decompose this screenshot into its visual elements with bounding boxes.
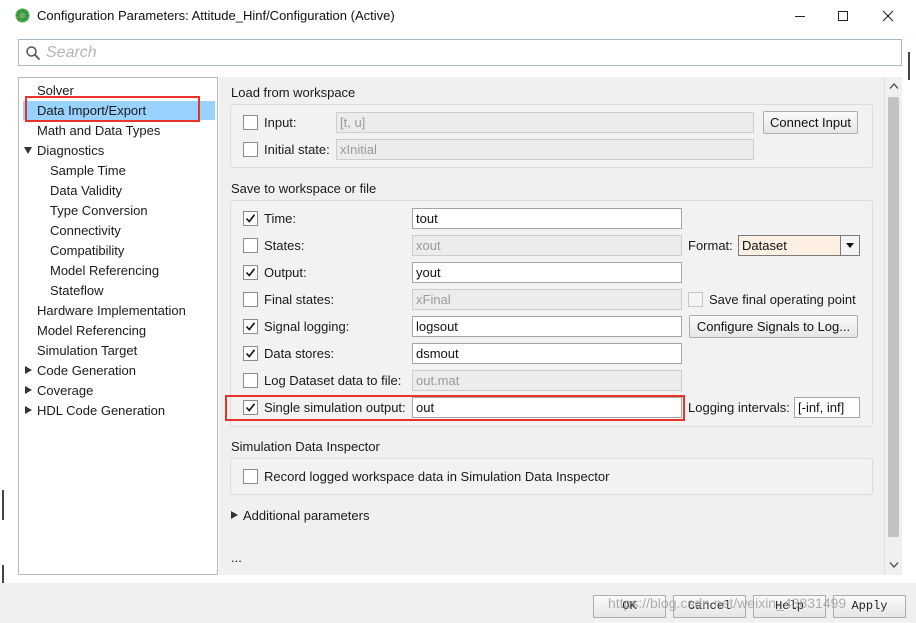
- single-output-label: Single simulation output:: [264, 400, 406, 415]
- logging-intervals-field[interactable]: [-inf, inf]: [794, 397, 860, 418]
- states-checkbox[interactable]: [243, 238, 258, 253]
- time-label: Time:: [264, 211, 297, 226]
- edge-artifact: [0, 490, 4, 520]
- chevron-down-icon: [840, 236, 859, 255]
- save-section-title: Save to workspace or file: [231, 181, 377, 196]
- format-dropdown[interactable]: Dataset: [738, 235, 860, 256]
- tree-item-sample-time[interactable]: Sample Time: [50, 161, 126, 180]
- tree-item-solver[interactable]: Solver: [37, 81, 74, 100]
- tree-item-simulation-target[interactable]: Simulation Target: [37, 341, 137, 360]
- tree-item-data-import-export[interactable]: Data Import/Export: [23, 101, 215, 120]
- initial-state-field[interactable]: xInitial: [336, 139, 754, 160]
- final-states-field[interactable]: xFinal: [412, 289, 682, 310]
- scroll-up-icon[interactable]: [889, 82, 899, 90]
- save-final-op-checkbox[interactable]: [688, 292, 703, 307]
- logging-intervals-label: Logging intervals:: [688, 400, 790, 415]
- tree-item-diagnostics[interactable]: Diagnostics: [37, 141, 104, 160]
- save-final-op-label: Save final operating point: [709, 292, 856, 307]
- window-title: Configuration Parameters: Attitude_Hinf/…: [37, 8, 395, 23]
- collapse-triangle-icon[interactable]: [25, 366, 32, 374]
- log-dataset-label: Log Dataset data to file:: [264, 373, 402, 388]
- search-input[interactable]: [46, 42, 886, 63]
- title-bar: Configuration Parameters: Attitude_Hinf/…: [0, 0, 916, 32]
- close-button[interactable]: [878, 6, 898, 26]
- tree-item-code-generation[interactable]: Code Generation: [37, 361, 136, 380]
- output-label: Output:: [264, 265, 307, 280]
- simulink-app-icon: [15, 8, 30, 23]
- data-stores-label: Data stores:: [264, 346, 335, 361]
- output-checkbox[interactable]: [243, 265, 258, 280]
- connect-input-button[interactable]: Connect Input: [763, 111, 858, 134]
- checkmark-icon: [245, 403, 256, 412]
- maximize-icon: [838, 11, 848, 21]
- log-dataset-checkbox[interactable]: [243, 373, 258, 388]
- close-icon: [882, 10, 894, 22]
- minimize-button[interactable]: [790, 6, 810, 26]
- tree-item-connectivity[interactable]: Connectivity: [50, 221, 121, 240]
- final-states-label: Final states:: [264, 292, 335, 307]
- ellipsis-text: ...: [231, 550, 242, 565]
- settings-panel: Load from workspace Input: [t, u] Connec…: [219, 77, 902, 575]
- tree-item-data-validity[interactable]: Data Validity: [50, 181, 122, 200]
- record-sdi-checkbox[interactable]: [243, 469, 258, 484]
- expand-arrow-icon[interactable]: [231, 511, 238, 519]
- configure-signals-button[interactable]: Configure Signals to Log...: [689, 315, 858, 338]
- input-label: Input:: [264, 115, 297, 130]
- tree-item-hardware-implementation[interactable]: Hardware Implementation: [37, 301, 186, 320]
- states-label: States:: [264, 238, 305, 253]
- maximize-button[interactable]: [833, 6, 853, 26]
- tree-item-model-referencing[interactable]: Model Referencing: [37, 321, 146, 340]
- single-output-field[interactable]: out: [412, 397, 682, 418]
- category-tree: Solver Data Import/Export Math and Data …: [18, 77, 218, 575]
- signal-logging-field[interactable]: logsout: [412, 316, 682, 337]
- initial-state-checkbox[interactable]: [243, 142, 258, 157]
- search-bar: [18, 39, 902, 66]
- checkmark-icon: [245, 322, 256, 331]
- tree-item-compatibility[interactable]: Compatibility: [50, 241, 124, 260]
- checkmark-icon: [245, 214, 256, 223]
- scroll-down-icon[interactable]: [889, 561, 899, 569]
- tree-item-coverage[interactable]: Coverage: [37, 381, 93, 400]
- search-icon: [26, 46, 41, 61]
- format-value: Dataset: [742, 238, 787, 253]
- format-label: Format:: [688, 238, 733, 253]
- input-field[interactable]: [t, u]: [336, 112, 754, 133]
- data-stores-checkbox[interactable]: [243, 346, 258, 361]
- initial-state-label: Initial state:: [264, 142, 330, 157]
- final-states-checkbox[interactable]: [243, 292, 258, 307]
- collapse-triangle-icon[interactable]: [25, 386, 32, 394]
- tree-item-hdl-code-generation[interactable]: HDL Code Generation: [37, 401, 165, 420]
- expand-triangle-icon[interactable]: [24, 147, 32, 154]
- checkmark-icon: [245, 349, 256, 358]
- output-field[interactable]: yout: [412, 262, 682, 283]
- watermark-text: https://blog.csdn.net/weixin_43831499: [608, 595, 847, 611]
- signal-logging-label: Signal logging:: [264, 319, 350, 334]
- tree-item-diag-model-referencing[interactable]: Model Referencing: [50, 261, 159, 280]
- time-checkbox[interactable]: [243, 211, 258, 226]
- record-sdi-label: Record logged workspace data in Simulati…: [264, 469, 610, 484]
- data-stores-field[interactable]: dsmout: [412, 343, 682, 364]
- additional-parameters-toggle[interactable]: Additional parameters: [243, 508, 369, 523]
- checkmark-icon: [245, 268, 256, 277]
- sdi-section-title: Simulation Data Inspector: [231, 439, 380, 454]
- single-output-checkbox[interactable]: [243, 400, 258, 415]
- load-section-title: Load from workspace: [231, 85, 356, 100]
- tree-item-type-conversion[interactable]: Type Conversion: [50, 201, 148, 220]
- vertical-scrollbar[interactable]: [884, 77, 902, 575]
- tree-item-math-and-data-types[interactable]: Math and Data Types: [37, 121, 160, 140]
- input-checkbox[interactable]: [243, 115, 258, 130]
- states-field[interactable]: xout: [412, 235, 682, 256]
- minimize-icon: [795, 16, 805, 17]
- collapse-triangle-icon[interactable]: [25, 406, 32, 414]
- tree-item-stateflow[interactable]: Stateflow: [50, 281, 103, 300]
- scrollbar-thumb[interactable]: [888, 97, 899, 537]
- time-field[interactable]: tout: [412, 208, 682, 229]
- log-dataset-field[interactable]: out.mat: [412, 370, 682, 391]
- edge-artifact: [908, 52, 916, 80]
- signal-logging-checkbox[interactable]: [243, 319, 258, 334]
